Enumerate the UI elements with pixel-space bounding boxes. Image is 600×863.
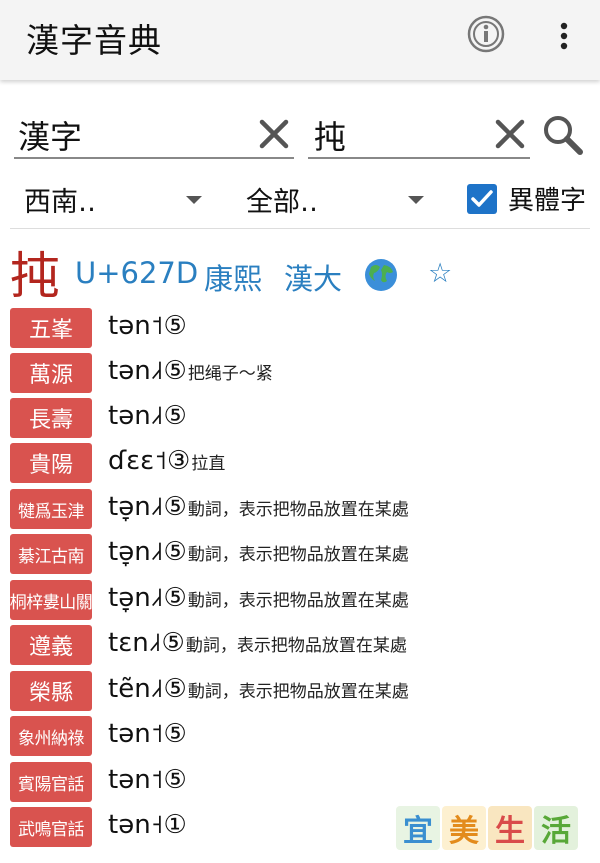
star-icon[interactable]: ☆ bbox=[428, 258, 452, 289]
place-badge[interactable]: 榮縣 bbox=[10, 671, 92, 711]
ipa-text: tən˧① bbox=[108, 810, 187, 840]
handa-link[interactable]: 漢大 bbox=[284, 256, 342, 298]
place-badge[interactable]: 犍爲玉津 bbox=[10, 489, 92, 529]
reading-row: 長壽 tən˩˧⑤ bbox=[10, 398, 595, 438]
place-badge[interactable]: 長壽 bbox=[10, 398, 92, 438]
app-bar: 漢字音典 bbox=[0, 0, 600, 80]
pronunciation: tən˧① bbox=[108, 810, 188, 840]
pronunciation: tə̞n˩˧⑤動詞，表示把物品放置在某處 bbox=[108, 537, 409, 567]
pronunciation: tə̞n˩˧⑤動詞，表示把物品放置在某處 bbox=[108, 492, 409, 522]
divider bbox=[10, 228, 590, 229]
variants-checkbox[interactable] bbox=[467, 184, 497, 214]
pronunciation: tən˩˧⑤把绳子～紧 bbox=[108, 356, 273, 386]
kangxi-link[interactable]: 康熙 bbox=[204, 256, 262, 298]
more-vert-icon bbox=[560, 22, 568, 50]
ipa-text: tən˦⑤ bbox=[108, 719, 187, 749]
pronunciation: ɗɛɛ˦③拉直 bbox=[108, 446, 225, 476]
pronunciation: tən˩˧⑤ bbox=[108, 401, 188, 431]
info-icon bbox=[467, 15, 505, 53]
place-badge[interactable]: 桐梓婁山關 bbox=[10, 580, 92, 620]
reading-note: 動詞，表示把物品放置在某處 bbox=[187, 682, 409, 702]
reading-note: 動詞，表示把物品放置在某處 bbox=[185, 636, 407, 656]
logo-tile: 宜 bbox=[396, 806, 440, 850]
logo-tile: 活 bbox=[534, 806, 578, 850]
unicode-link[interactable]: U+627D bbox=[75, 256, 198, 290]
ipa-text: tən˦⑤ bbox=[108, 765, 187, 795]
reading-row: 萬源 tən˩˧⑤把绳子～紧 bbox=[10, 353, 595, 393]
reading-row: 犍爲玉津 tə̞n˩˧⑤動詞，表示把物品放置在某處 bbox=[10, 489, 595, 529]
logo-tile: 生 bbox=[488, 806, 532, 850]
globe-icon[interactable] bbox=[363, 257, 399, 293]
reading-row: 賓陽官話 tən˦⑤ bbox=[10, 762, 595, 802]
reading-note: 動詞，表示把物品放置在某處 bbox=[187, 591, 409, 611]
reading-row: 五峯 tən˦⑤ bbox=[10, 308, 595, 348]
dropdown-arrow-icon bbox=[408, 196, 424, 204]
pronunciation: tən˦⑤ bbox=[108, 719, 188, 749]
clear-button-1[interactable] bbox=[254, 114, 294, 154]
ipa-text: tẽn˩˧⑤ bbox=[108, 674, 187, 704]
reading-row: 象州納祿 tən˦⑤ bbox=[10, 716, 595, 756]
search-button[interactable] bbox=[540, 112, 586, 158]
more-options-button[interactable] bbox=[546, 16, 582, 56]
reading-note: 把绳子～紧 bbox=[187, 364, 273, 384]
reading-row: 遵義 tɛn˩˧⑤動詞，表示把物品放置在某處 bbox=[10, 625, 595, 665]
pronunciation: tən˦⑤ bbox=[108, 765, 188, 795]
pronunciation: tẽn˩˧⑤動詞，表示把物品放置在某處 bbox=[108, 674, 409, 704]
scope-select[interactable]: 全部‥ bbox=[246, 180, 318, 219]
search-input-2-underline bbox=[308, 157, 530, 159]
place-badge[interactable]: 遵義 bbox=[10, 625, 92, 665]
place-badge[interactable]: 賓陽官話 bbox=[10, 762, 92, 802]
clear-button-2[interactable] bbox=[490, 114, 530, 154]
pronunciation: tɛn˩˧⑤動詞，表示把物品放置在某處 bbox=[108, 628, 407, 658]
place-badge[interactable]: 象州納祿 bbox=[10, 716, 92, 756]
ipa-text: tən˩˧⑤ bbox=[108, 356, 187, 386]
logo-watermark: 宜 美 生 活 bbox=[396, 806, 580, 850]
search-input-1-underline bbox=[14, 157, 294, 159]
dropdown-arrow-icon bbox=[186, 196, 202, 204]
close-icon bbox=[259, 119, 289, 149]
reading-note: 拉直 bbox=[191, 454, 226, 474]
ipa-text: tə̞n˩˧⑤ bbox=[108, 537, 187, 567]
close-icon bbox=[495, 119, 525, 149]
head-character: 扽 bbox=[10, 247, 60, 305]
search-input-1[interactable]: 漢字 bbox=[18, 112, 82, 158]
ipa-text: tə̞n˩˧⑤ bbox=[108, 492, 187, 522]
ipa-text: ɗɛɛ˦③ bbox=[108, 446, 191, 476]
region-select[interactable]: 西南‥ bbox=[24, 180, 96, 219]
reading-note: 動詞，表示把物品放置在某處 bbox=[187, 545, 409, 565]
place-badge[interactable]: 五峯 bbox=[10, 308, 92, 348]
reading-note: 動詞，表示把物品放置在某處 bbox=[187, 500, 409, 520]
ipa-text: tə̞n˩˧⑤ bbox=[108, 583, 187, 613]
place-badge[interactable]: 貴陽 bbox=[10, 443, 92, 483]
search-input-2[interactable]: 扽 bbox=[314, 112, 346, 158]
pronunciation: tə̞n˩˧⑤動詞，表示把物品放置在某處 bbox=[108, 583, 409, 613]
reading-row: 榮縣 tẽn˩˧⑤動詞，表示把物品放置在某處 bbox=[10, 671, 595, 711]
ipa-text: tən˩˧⑤ bbox=[108, 401, 187, 431]
place-badge[interactable]: 武鳴官話 bbox=[10, 807, 92, 847]
place-badge[interactable]: 萬源 bbox=[10, 353, 92, 393]
checkmark-icon bbox=[471, 190, 493, 207]
logo-tile: 美 bbox=[442, 806, 486, 850]
reading-row: 貴陽 ɗɛɛ˦③拉直 bbox=[10, 443, 595, 483]
info-button[interactable] bbox=[466, 14, 506, 54]
pronunciation: tən˦⑤ bbox=[108, 311, 188, 341]
variants-label[interactable]: 異體字 bbox=[508, 180, 586, 217]
reading-row: 綦江古南 tə̞n˩˧⑤動詞，表示把物品放置在某處 bbox=[10, 534, 595, 574]
search-icon bbox=[544, 116, 583, 155]
place-badge[interactable]: 綦江古南 bbox=[10, 534, 92, 574]
app-title: 漢字音典 bbox=[26, 21, 162, 60]
ipa-text: tən˦⑤ bbox=[108, 311, 187, 341]
reading-row: 桐梓婁山關 tə̞n˩˧⑤動詞，表示把物品放置在某處 bbox=[10, 580, 595, 620]
ipa-text: tɛn˩˧⑤ bbox=[108, 628, 185, 658]
